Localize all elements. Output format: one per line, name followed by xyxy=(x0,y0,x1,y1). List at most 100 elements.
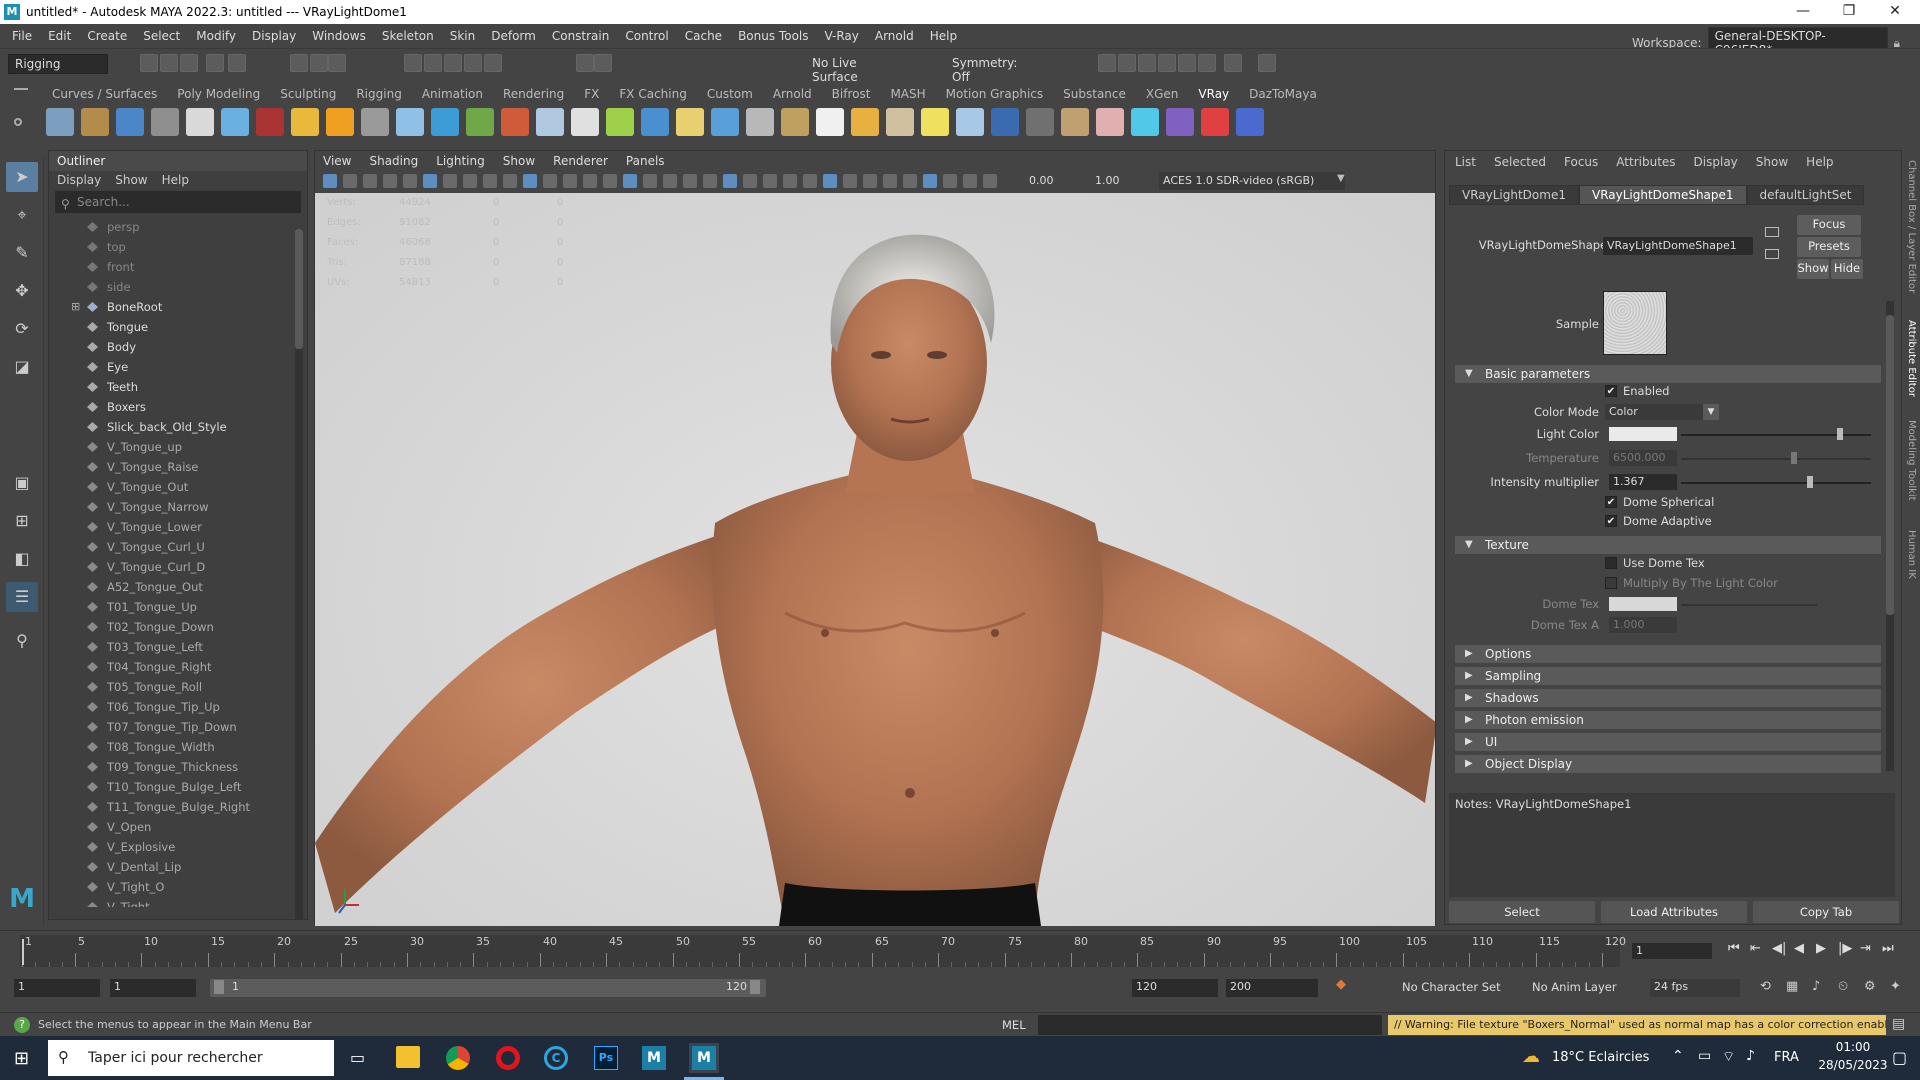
outliner-layout-icon[interactable]: ☰ xyxy=(6,582,38,612)
multiply-checkbox[interactable] xyxy=(1605,577,1617,589)
chevron-down-icon[interactable]: ▼ xyxy=(1703,404,1719,420)
lasso-tool-icon[interactable]: ⌖ xyxy=(6,200,38,230)
anim-prefs-icon[interactable]: ✦ xyxy=(1890,979,1901,994)
volume-icon[interactable]: ♪ xyxy=(1746,1048,1755,1064)
menu-bonus-tools[interactable]: Bonus Tools xyxy=(730,29,816,43)
shelf-tab-sculpting[interactable]: Sculpting xyxy=(270,87,346,101)
viewport-tool-icon[interactable] xyxy=(863,174,877,188)
vray-scans-icon[interactable] xyxy=(1201,108,1229,136)
menu-modify[interactable]: Modify xyxy=(188,29,244,43)
section-photon-emission[interactable]: ▶ Photon emission xyxy=(1455,711,1881,729)
ae-menu-help[interactable]: Help xyxy=(1806,155,1833,169)
viewport-tool-icon[interactable] xyxy=(943,174,957,188)
outliner-item[interactable]: V_Explosive xyxy=(49,837,289,857)
playblast-icon[interactable] xyxy=(1198,54,1216,72)
vray-rect-light-icon[interactable] xyxy=(361,108,389,136)
viewport-tool-icon[interactable] xyxy=(903,174,917,188)
auto-key-icon[interactable]: ◆ xyxy=(1336,977,1346,992)
outliner-item[interactable]: T05_Tongue_Roll xyxy=(49,677,289,697)
vray-material-icon[interactable] xyxy=(291,108,319,136)
shelf-tab-motion-graphics[interactable]: Motion Graphics xyxy=(936,87,1054,101)
vray-vision-icon[interactable] xyxy=(1166,108,1194,136)
chevron-down-icon[interactable]: ▼ xyxy=(1337,173,1345,184)
light-color-slider-knob[interactable] xyxy=(1837,428,1843,440)
viewport-tool-icon[interactable] xyxy=(383,174,397,188)
snap-surface-icon[interactable] xyxy=(484,54,502,72)
shelf-settings-icon[interactable] xyxy=(14,118,22,126)
play-backwards-icon[interactable]: ◀ xyxy=(1794,941,1804,956)
snap-curve-icon[interactable] xyxy=(424,54,442,72)
menu-constrain[interactable]: Constrain xyxy=(544,29,618,43)
go-to-end-icon[interactable]: ⏭ xyxy=(1882,941,1894,956)
outliner-item[interactable]: T06_Tongue_Tip_Up xyxy=(49,697,289,717)
shelf-tab-animation[interactable]: Animation xyxy=(412,87,493,101)
viewport-tool-icon[interactable] xyxy=(763,174,777,188)
weather-text[interactable]: 18°C Eclaircies xyxy=(1552,1050,1649,1065)
ae-menu-show[interactable]: Show xyxy=(1756,155,1788,169)
chrome-icon[interactable] xyxy=(446,1046,470,1070)
temperature-slider[interactable] xyxy=(1681,458,1871,460)
menu-cache[interactable]: Cache xyxy=(677,29,730,43)
dome-adaptive-checkbox[interactable]: ✔ xyxy=(1605,515,1617,527)
texture-section[interactable]: ▼ Texture xyxy=(1455,536,1881,554)
focus-selected-icon[interactable] xyxy=(1765,227,1779,237)
notes-area[interactable]: Notes: VRayLightDomeShape1 xyxy=(1449,793,1895,897)
shelf-tab-substance[interactable]: Substance xyxy=(1053,87,1136,101)
outliner-item[interactable]: V_Tongue_Raise xyxy=(49,457,289,477)
ipr-icon[interactable] xyxy=(1138,54,1156,72)
network-icon[interactable]: ▭ xyxy=(1698,1048,1711,1064)
outliner-item[interactable]: V_Tongue_Narrow xyxy=(49,497,289,517)
outliner-item[interactable]: Teeth xyxy=(49,377,289,397)
viewport-tool-icon[interactable] xyxy=(583,174,597,188)
anim-layer-dropdown[interactable]: No Anim Layer xyxy=(1532,980,1617,994)
redo-icon[interactable] xyxy=(228,54,246,72)
outliner-item[interactable]: T02_Tongue_Down xyxy=(49,617,289,637)
shelf-tab-fx[interactable]: FX xyxy=(574,87,609,101)
snap-grid-icon[interactable] xyxy=(404,54,422,72)
viewport-menu-renderer[interactable]: Renderer xyxy=(553,154,608,168)
menu-control[interactable]: Control xyxy=(617,29,676,43)
menu-deform[interactable]: Deform xyxy=(483,29,544,43)
vray-settings-icon[interactable] xyxy=(46,108,74,136)
menu-display[interactable]: Display xyxy=(244,29,304,43)
viewport-menu-shading[interactable]: Shading xyxy=(369,154,418,168)
outliner-item[interactable]: Body xyxy=(49,337,289,357)
outliner-item[interactable]: T08_Tongue_Width xyxy=(49,737,289,757)
menu-help[interactable]: Help xyxy=(922,29,965,43)
clock-date[interactable]: 28/05/2023 xyxy=(1818,1058,1888,1072)
step-back-frame-icon[interactable]: ◀| xyxy=(1772,941,1786,956)
viewport-tool-icon[interactable] xyxy=(463,174,477,188)
viewport-menu-lighting[interactable]: Lighting xyxy=(436,154,485,168)
outliner-item[interactable]: Boxers xyxy=(49,397,289,417)
light-color-swatch[interactable] xyxy=(1609,427,1677,441)
outliner-scrollbar[interactable] xyxy=(295,229,303,919)
outliner-item[interactable]: V_Tongue_Curl_D xyxy=(49,557,289,577)
scale-tool-icon[interactable]: ◪ xyxy=(6,352,38,382)
shelf-tab-daztomaya[interactable]: DazToMaya xyxy=(1239,87,1327,101)
presets-button[interactable]: Presets xyxy=(1797,237,1861,257)
copy-tab-button[interactable]: Copy Tab xyxy=(1753,901,1899,923)
range-bar[interactable]: 1 120 xyxy=(210,979,766,997)
sample-swatch[interactable] xyxy=(1603,291,1667,355)
outliner-item[interactable]: A52_Tongue_Out xyxy=(49,577,289,597)
vray-volume-icon[interactable] xyxy=(711,108,739,136)
close-button[interactable]: ✕ xyxy=(1872,0,1918,24)
render-settings-icon[interactable] xyxy=(1158,54,1176,72)
vray-sphere-icon[interactable] xyxy=(221,108,249,136)
dome-tex-slider[interactable] xyxy=(1681,604,1817,606)
vray-texture-icon[interactable] xyxy=(956,108,984,136)
gamma-field[interactable]: 1.00 xyxy=(1095,174,1120,187)
basic-parameters-section[interactable]: ▼ Basic parameters xyxy=(1455,365,1881,383)
vray-fur-icon[interactable] xyxy=(606,108,634,136)
undo-icon[interactable] xyxy=(206,54,224,72)
vray-scene-icon[interactable] xyxy=(186,108,214,136)
four-view-icon[interactable]: ⊞ xyxy=(6,506,38,536)
outliner-item[interactable]: side xyxy=(49,277,289,297)
vray-blend-icon[interactable] xyxy=(781,108,809,136)
anim-start-field[interactable]: 1 xyxy=(110,979,196,997)
viewport-tool-icon[interactable] xyxy=(643,174,657,188)
temperature-slider-knob[interactable] xyxy=(1791,452,1797,464)
viewport-tool-icon[interactable] xyxy=(543,174,557,188)
vray-sphere-light-icon[interactable] xyxy=(396,108,424,136)
minimize-button[interactable]: — xyxy=(1780,0,1826,24)
